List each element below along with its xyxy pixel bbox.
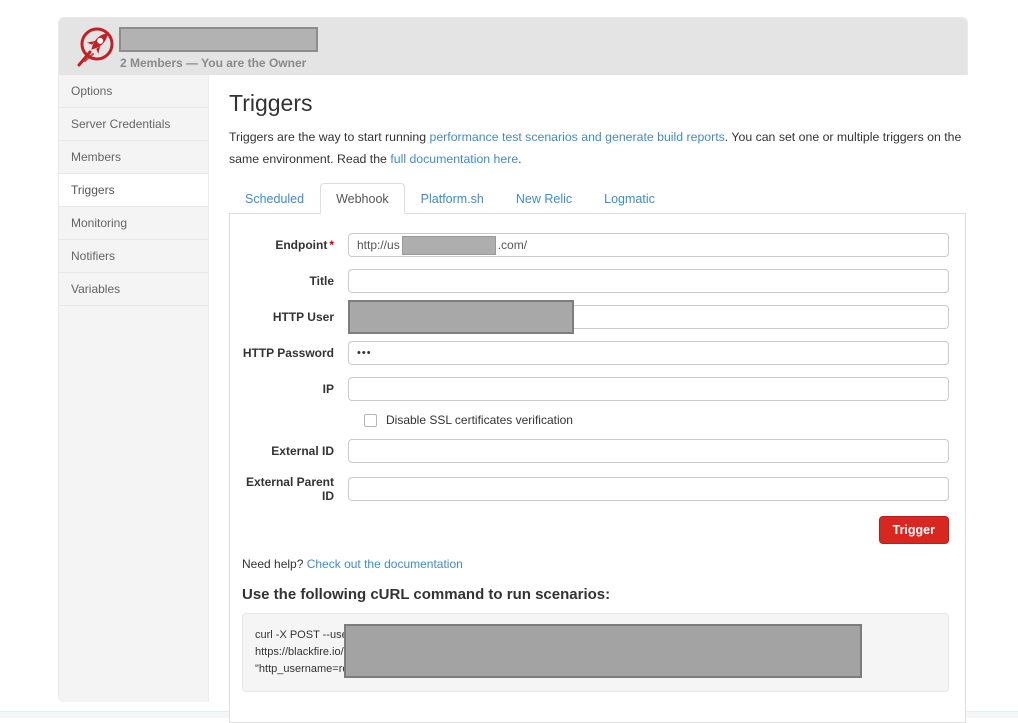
sidebar-item-server-credentials[interactable]: Server Credentials [59, 108, 208, 141]
external-id-row: External ID [242, 439, 949, 463]
http-password-row: HTTP Password ••• [242, 341, 949, 365]
http-user-input[interactable] [348, 305, 949, 329]
ip-label: IP [242, 382, 338, 396]
title-input[interactable] [348, 269, 949, 293]
required-asterisk: * [329, 238, 334, 252]
external-parent-id-row: External Parent ID [242, 475, 949, 503]
intro-paragraph: Triggers are the way to start running pe… [229, 126, 966, 170]
sidebar-item-notifiers[interactable]: Notifiers [59, 240, 208, 273]
external-id-label: External ID [242, 444, 338, 458]
disable-ssl-label: Disable SSL certificates verification [386, 413, 573, 427]
tab-logmatic[interactable]: Logmatic [588, 183, 671, 214]
help-documentation-link[interactable]: Check out the documentation [307, 557, 463, 571]
tab-new-relic[interactable]: New Relic [500, 183, 588, 214]
triggers-content: Triggers Triggers are the way to start r… [209, 75, 983, 702]
ip-input[interactable] [348, 377, 949, 401]
title-label: Title [242, 274, 338, 288]
disable-ssl-checkbox[interactable] [364, 414, 377, 427]
ip-row: IP [242, 377, 949, 401]
sidebar-item-monitoring[interactable]: Monitoring [59, 207, 208, 240]
settings-sidebar: Options Server Credentials Members Trigg… [59, 75, 209, 702]
submit-row: Trigger [242, 516, 949, 544]
curl-command-redacted [344, 624, 862, 678]
ssl-verification-row: Disable SSL certificates verification [364, 413, 949, 427]
intro-text-after: . [518, 152, 521, 166]
http-password-label: HTTP Password [242, 346, 338, 360]
curl-section-heading: Use the following cURL command to run sc… [242, 586, 949, 603]
webhook-tab-panel: Endpoint* http://us .com/ Title HTTP User… [229, 213, 966, 723]
http-user-row: HTTP User [242, 305, 949, 329]
page-title: Triggers [229, 90, 966, 117]
endpoint-value-prefix: http://us [357, 238, 400, 252]
need-help-text: Need help? [242, 557, 307, 571]
endpoint-value-redacted [402, 236, 496, 255]
endpoint-label: Endpoint* [242, 238, 338, 252]
curl-code-block: curl -X POST --use https://blackfire.io/… [242, 613, 949, 692]
trigger-tabs: Scheduled Webhook Platform.sh New Relic … [229, 183, 966, 213]
environment-header: 2 Members — You are the Owner [59, 18, 967, 75]
tab-scheduled[interactable]: Scheduled [229, 183, 320, 214]
full-documentation-link[interactable]: full documentation here [390, 152, 518, 166]
endpoint-row: Endpoint* http://us .com/ [242, 233, 949, 257]
help-line: Need help? Check out the documentation [242, 557, 949, 571]
intro-text-before: Triggers are the way to start running [229, 130, 430, 144]
endpoint-value-suffix: .com/ [498, 238, 527, 252]
http-user-label: HTTP User [242, 310, 338, 324]
external-id-input[interactable] [348, 439, 949, 463]
tab-webhook[interactable]: Webhook [320, 183, 405, 214]
scenarios-docs-link[interactable]: performance test scenarios and generate … [430, 130, 725, 144]
sidebar-item-options[interactable]: Options [59, 75, 208, 108]
title-row: Title [242, 269, 949, 293]
trigger-button[interactable]: Trigger [879, 516, 949, 544]
tab-platform-sh[interactable]: Platform.sh [405, 183, 500, 214]
sidebar-item-members[interactable]: Members [59, 141, 208, 174]
endpoint-input[interactable]: http://us .com/ [348, 233, 949, 257]
http-user-value-redacted [348, 300, 574, 334]
environment-name-redacted [119, 27, 318, 52]
blackfire-rocket-logo-icon [71, 23, 119, 71]
sidebar-item-variables[interactable]: Variables [59, 273, 208, 306]
http-password-masked-value: ••• [357, 347, 372, 359]
http-password-input[interactable]: ••• [348, 341, 949, 365]
environment-settings-card: 2 Members — You are the Owner Options Se… [58, 17, 968, 702]
sidebar-item-triggers[interactable]: Triggers [59, 174, 208, 207]
external-parent-id-input[interactable] [348, 477, 949, 501]
members-status-text: 2 Members — You are the Owner [120, 56, 306, 70]
external-parent-id-label: External Parent ID [242, 475, 338, 503]
